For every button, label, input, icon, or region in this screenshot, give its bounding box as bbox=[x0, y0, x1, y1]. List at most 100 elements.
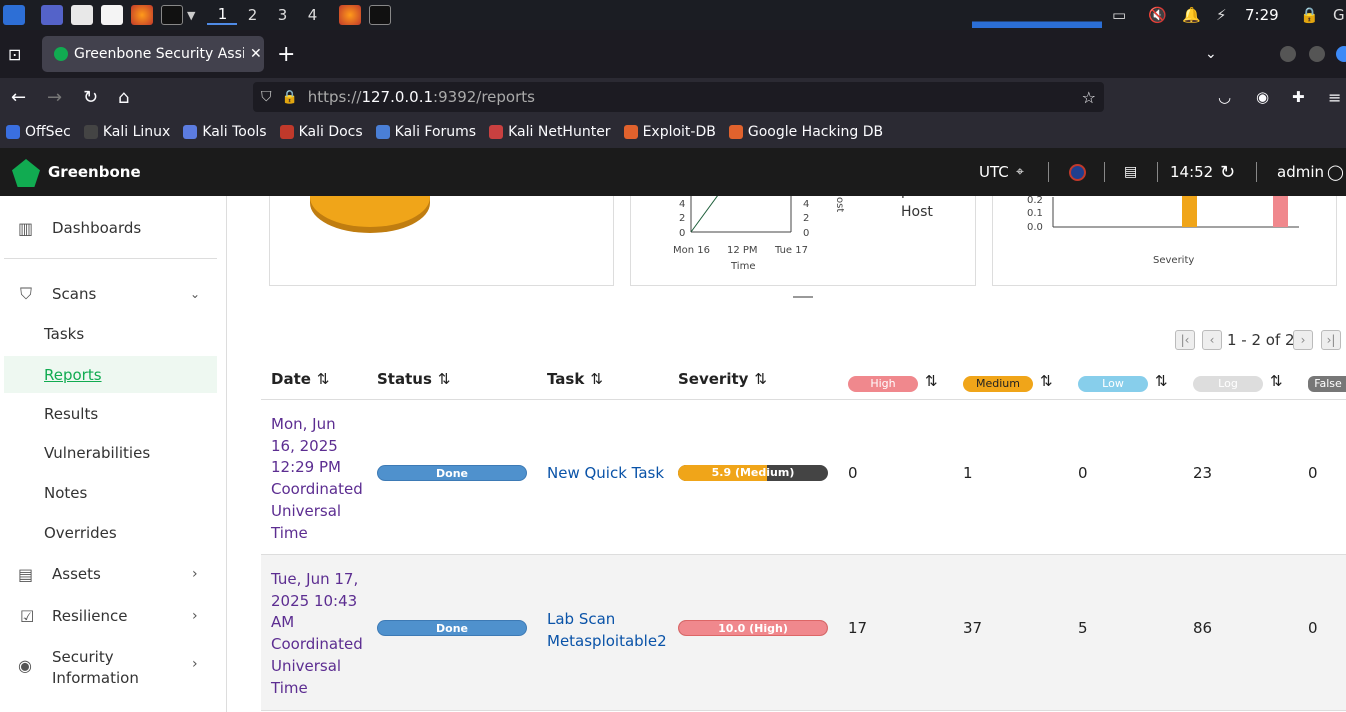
browser-nav-bar: ← → ↻ ⌂ ⛉ 🔒 https://127.0.0.1:9392/repor… bbox=[0, 78, 1346, 116]
pocket-icon[interactable]: ◡ bbox=[1218, 88, 1231, 106]
greenbone-favicon-icon bbox=[54, 47, 68, 61]
y2-tick-0: 0 bbox=[803, 228, 809, 239]
bookmark-kali-forums[interactable]: Kali Forums bbox=[375, 124, 476, 140]
next-page-button[interactable]: › bbox=[1293, 330, 1313, 350]
sidebar-item-reports[interactable]: Reports bbox=[4, 356, 217, 393]
refresh-icon[interactable]: ↻ bbox=[1220, 162, 1235, 183]
first-page-button[interactable]: |‹ bbox=[1175, 330, 1195, 350]
user-icon[interactable]: ◯ bbox=[1327, 163, 1344, 181]
bookmark-exploit-db[interactable]: Exploit-DB bbox=[623, 124, 716, 140]
terminal-icon[interactable] bbox=[161, 5, 183, 25]
account-icon[interactable]: ◉ bbox=[1256, 88, 1269, 106]
column-header-log[interactable]: Log bbox=[1193, 376, 1263, 392]
manual-icon[interactable]: ▤ bbox=[1124, 164, 1137, 180]
sidebar-item-dashboards[interactable]: ▥ Dashboards bbox=[0, 216, 226, 240]
bookmark-kali-nethunter[interactable]: Kali NetHunter bbox=[489, 124, 611, 140]
close-icon[interactable]: ✕ bbox=[250, 46, 262, 62]
resize-handle[interactable] bbox=[793, 296, 813, 298]
column-header-low[interactable]: Low bbox=[1078, 376, 1148, 392]
report-date-link[interactable]: Mon, Jun 16, 2025 12:29 PM Coordinated U… bbox=[271, 414, 363, 544]
severity-bar: 5.9 (Medium) bbox=[678, 465, 828, 481]
sidebar-item-resilience[interactable]: ☑ Resilience › bbox=[0, 604, 226, 628]
report-date-link[interactable]: Tue, Jun 17, 2025 10:43 AM Coordinated U… bbox=[271, 569, 363, 699]
workspace-3[interactable]: 3 bbox=[267, 6, 297, 24]
bookmark-kali-linux[interactable]: Kali Linux bbox=[83, 124, 170, 140]
task-link[interactable]: New Quick Task bbox=[547, 464, 664, 482]
workspace-2[interactable]: 2 bbox=[237, 6, 267, 24]
firefox-icon[interactable] bbox=[131, 5, 153, 25]
column-header-false-positive[interactable]: False bbox=[1308, 376, 1346, 392]
chevron-down-icon[interactable]: ▼ bbox=[187, 9, 195, 22]
tab-list-icon[interactable]: ⊡ bbox=[8, 45, 21, 64]
lock-icon[interactable]: 🔒 bbox=[1300, 6, 1319, 24]
column-header-high[interactable]: High bbox=[848, 376, 918, 392]
mute-icon[interactable]: 🔇 bbox=[1148, 6, 1167, 24]
new-tab-icon[interactable]: + bbox=[277, 42, 295, 67]
task-link[interactable]: Lab Scan Metasploitable2 bbox=[547, 608, 667, 652]
back-icon[interactable]: ← bbox=[11, 87, 26, 108]
username[interactable]: admin bbox=[1277, 163, 1324, 181]
extensions-icon[interactable]: ✚ bbox=[1292, 88, 1305, 106]
kali-menu-icon[interactable] bbox=[3, 5, 25, 25]
os-taskbar: ▼ 1 2 3 4 ▭ 🔇 🔔 ⚡ 7:29 🔒 G bbox=[0, 0, 1346, 30]
text-editor-icon[interactable] bbox=[101, 5, 123, 25]
url-host: 127.0.0.1 bbox=[361, 88, 434, 106]
window-close-icon[interactable] bbox=[1336, 46, 1346, 62]
sort-icon[interactable]: ⇅ bbox=[1040, 372, 1053, 390]
column-header-task[interactable]: Task ⇅ bbox=[547, 370, 603, 388]
home-icon[interactable]: ⌂ bbox=[118, 87, 129, 108]
firefox-window-icon[interactable] bbox=[339, 5, 362, 25]
clock: 7:29 bbox=[1245, 6, 1279, 24]
file-manager-icon[interactable] bbox=[71, 5, 93, 25]
sidebar-item-assets[interactable]: ▤ Assets › bbox=[0, 562, 226, 586]
sidebar-item-results[interactable]: Results bbox=[0, 404, 226, 424]
x-tick-tue17: Tue 17 bbox=[774, 245, 808, 256]
sort-icon[interactable]: ⇅ bbox=[1155, 372, 1168, 390]
terminal-window-icon[interactable] bbox=[369, 5, 392, 25]
column-header-medium[interactable]: Medium bbox=[963, 376, 1033, 392]
display-icon[interactable]: ▭ bbox=[1112, 6, 1126, 24]
bookmark-star-icon[interactable]: ☆ bbox=[1082, 88, 1096, 107]
language-flag-icon[interactable] bbox=[1069, 164, 1086, 181]
column-header-status[interactable]: Status ⇅ bbox=[377, 370, 450, 388]
column-header-date[interactable]: Date ⇅ bbox=[271, 370, 330, 388]
reload-icon[interactable]: ↻ bbox=[83, 87, 98, 108]
y2-axis-label: ost bbox=[834, 197, 845, 212]
refresh-time: 14:52 bbox=[1170, 163, 1214, 181]
sort-icon[interactable]: ⇅ bbox=[925, 372, 938, 390]
x-tick-mon16: Mon 16 bbox=[673, 245, 710, 256]
sidebar-item-vulnerabilities[interactable]: Vulnerabilities bbox=[0, 443, 226, 463]
sidebar-item-tasks[interactable]: Tasks bbox=[0, 324, 226, 344]
greenbone-logo-icon[interactable] bbox=[12, 159, 40, 187]
user-session-icon[interactable]: G bbox=[1333, 6, 1345, 24]
sidebar-item-notes[interactable]: Notes bbox=[0, 483, 226, 503]
maximize-icon[interactable] bbox=[1309, 46, 1325, 62]
workspace-1[interactable]: 1 bbox=[207, 5, 238, 25]
previous-page-button[interactable]: ‹ bbox=[1202, 330, 1222, 350]
shield-icon[interactable]: ⛉ bbox=[261, 89, 272, 105]
chevron-right-icon: › bbox=[192, 608, 198, 624]
bookmark-kali-tools[interactable]: Kali Tools bbox=[183, 124, 267, 140]
brand-name[interactable]: Greenbone bbox=[48, 163, 141, 181]
bar-high bbox=[1273, 196, 1288, 227]
column-header-severity[interactable]: Severity ⇅ bbox=[678, 370, 767, 388]
forward-icon[interactable]: → bbox=[47, 87, 62, 108]
sidebar-item-security-information[interactable]: ◉ Security Information › bbox=[0, 646, 226, 690]
list-all-tabs-icon[interactable]: ⌄ bbox=[1205, 46, 1217, 62]
workspace-switcher-icon[interactable] bbox=[41, 5, 63, 25]
bookmark-google-hacking-db[interactable]: Google Hacking DB bbox=[728, 124, 883, 140]
tab-greenbone[interactable]: Greenbone Security Assis ✕ bbox=[42, 36, 264, 72]
menu-icon[interactable]: ≡ bbox=[1328, 88, 1341, 107]
url-bar[interactable]: ⛉ 🔒 https://127.0.0.1:9392/reports ☆ bbox=[253, 82, 1104, 112]
bookmark-kali-docs[interactable]: Kali Docs bbox=[279, 124, 363, 140]
minimize-icon[interactable] bbox=[1280, 46, 1296, 62]
bookmark-offsec[interactable]: OffSec bbox=[6, 124, 71, 140]
power-icon[interactable]: ⚡ bbox=[1216, 6, 1227, 24]
lock-icon[interactable]: 🔒 bbox=[282, 90, 298, 105]
sidebar-item-scans[interactable]: ⛉ Scans ⌄ bbox=[0, 282, 226, 306]
bell-icon[interactable]: 🔔 bbox=[1182, 6, 1201, 24]
sidebar-item-overrides[interactable]: Overrides bbox=[0, 523, 226, 543]
sort-icon[interactable]: ⇅ bbox=[1270, 372, 1283, 390]
last-page-button[interactable]: ›| bbox=[1321, 330, 1341, 350]
workspace-4[interactable]: 4 bbox=[297, 6, 327, 24]
